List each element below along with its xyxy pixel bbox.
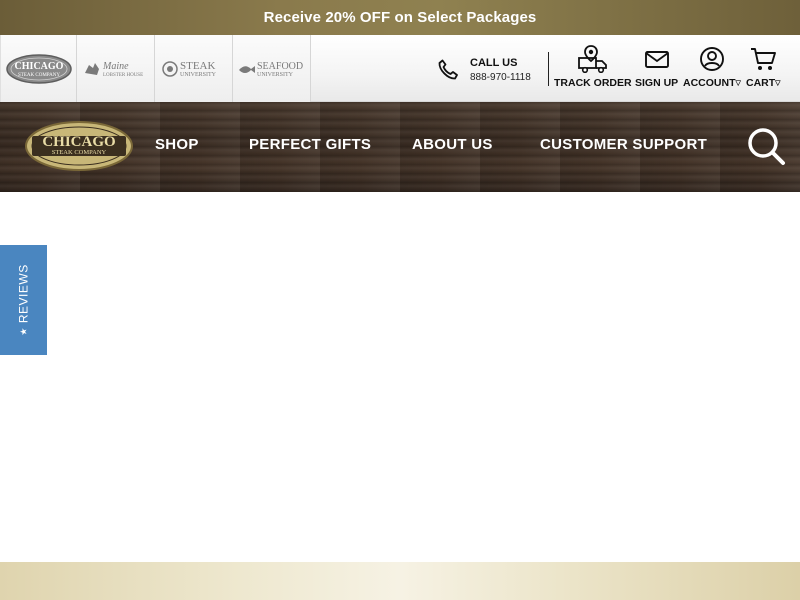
nav-customer-support[interactable]: CUSTOMER SUPPORT xyxy=(540,136,707,153)
truck-location-icon xyxy=(577,45,607,73)
svg-text:Maine: Maine xyxy=(102,61,129,72)
seafood-university-logo-icon: SEAFOOD UNIVERSITY xyxy=(238,61,303,78)
sign-up-label: SIGN UP xyxy=(635,77,679,89)
call-us-label: CALL US xyxy=(470,56,518,69)
footer-band xyxy=(0,562,800,600)
brand-tab-maine-lobster[interactable]: Maine LOBSTER HOUSE xyxy=(77,35,155,102)
utility-divider xyxy=(548,52,549,86)
phone-icon xyxy=(438,59,458,80)
star-icon: ★ xyxy=(18,327,29,336)
brand-tab-steak-university[interactable]: STEAK UNIVERSITY xyxy=(155,35,233,102)
reviews-side-tab[interactable]: ★ REVIEWS xyxy=(0,245,47,355)
svg-text:STEAK COMPANY: STEAK COMPANY xyxy=(18,73,60,78)
account-label: ACCOUNT xyxy=(683,77,736,89)
account-icon xyxy=(699,47,724,71)
track-order-link[interactable]: TRACK ORDER xyxy=(554,45,632,89)
brand-tabs: CHICAGO STEAK COMPANY Maine LOBSTER HOUS… xyxy=(0,35,311,102)
utility-bar: CHICAGO STEAK COMPANY Maine LOBSTER HOUS… xyxy=(0,35,800,102)
svg-text:UNIVERSITY: UNIVERSITY xyxy=(180,72,217,78)
sign-up-link[interactable]: SIGN UP xyxy=(635,45,678,89)
svg-text:CHICAGO: CHICAGO xyxy=(42,134,115,150)
cart-label: CART xyxy=(746,77,776,89)
svg-text:UNIVERSITY: UNIVERSITY xyxy=(257,72,294,78)
nav-shop[interactable]: SHOP xyxy=(155,136,199,153)
brand-tab-chicago-steak[interactable]: CHICAGO STEAK COMPANY xyxy=(0,35,77,102)
account-menu[interactable]: ACCOUNT▽ xyxy=(683,45,741,89)
search-icon xyxy=(748,128,785,165)
svg-text:STEAK: STEAK xyxy=(180,60,216,72)
steak-university-logo-icon: STEAK UNIVERSITY xyxy=(161,60,217,78)
reviews-label: REVIEWS xyxy=(16,264,31,324)
chicago-steak-company-logo: CHICAGO STEAK COMPANY xyxy=(25,121,133,171)
track-order-label: TRACK ORDER xyxy=(554,77,632,89)
maine-lobster-logo-icon: Maine LOBSTER HOUSE xyxy=(84,61,143,78)
svg-text:STEAK COMPANY: STEAK COMPANY xyxy=(52,149,107,156)
svg-text:CHICAGO: CHICAGO xyxy=(14,61,63,72)
main-navigation: CHICAGO STEAK COMPANY SHOP PERFECT GIFTS… xyxy=(0,102,800,192)
search-button[interactable] xyxy=(746,126,786,171)
chevron-down-icon: ▽ xyxy=(775,80,781,87)
nav-about-us[interactable]: ABOUT US xyxy=(412,136,493,153)
svg-text:LOBSTER HOUSE: LOBSTER HOUSE xyxy=(103,73,143,78)
promo-text: Receive 20% OFF on Select Packages xyxy=(263,9,537,26)
home-logo-link[interactable]: CHICAGO STEAK COMPANY xyxy=(24,120,134,179)
brand-tab-seafood-university[interactable]: SEAFOOD UNIVERSITY xyxy=(233,35,311,102)
call-us-link[interactable]: CALL US 888-970-1118 xyxy=(436,55,531,85)
cart-link[interactable]: CART▽ xyxy=(746,45,781,89)
envelope-icon xyxy=(644,51,669,68)
phone-number: 888-970-1118 xyxy=(470,71,531,83)
svg-text:SEAFOOD: SEAFOOD xyxy=(257,61,303,72)
cart-icon xyxy=(751,48,777,70)
promo-banner[interactable]: Receive 20% OFF on Select Packages xyxy=(0,0,800,35)
chicago-steak-logo-icon: CHICAGO STEAK COMPANY xyxy=(5,53,72,84)
nav-perfect-gifts[interactable]: PERFECT GIFTS xyxy=(249,136,371,153)
chevron-down-icon: ▽ xyxy=(735,80,741,87)
